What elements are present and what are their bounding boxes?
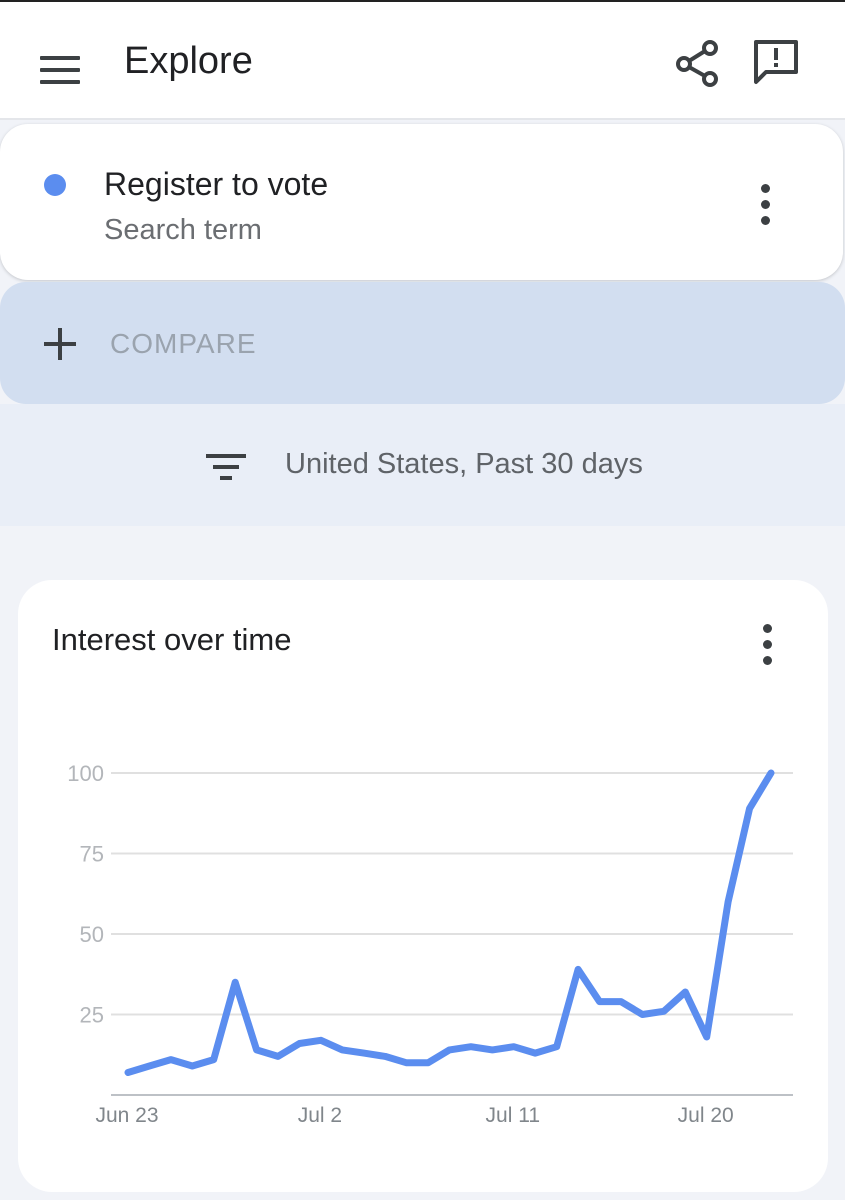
filter-summary[interactable]: United States, Past 30 days	[285, 448, 643, 481]
filter-row: United States, Past 30 days	[0, 404, 845, 526]
compare-label: COMPARE	[110, 328, 257, 359]
search-term-name: Register to vote	[104, 166, 329, 202]
share-icon[interactable]	[672, 38, 722, 88]
x-tick-label: Jun 23	[95, 1104, 158, 1127]
plus-icon	[44, 328, 76, 360]
feedback-icon[interactable]	[748, 36, 804, 86]
search-term-card[interactable]: Register to vote Search term	[0, 124, 843, 280]
y-tick-label-100: 100	[67, 761, 104, 786]
hamburger-menu-icon[interactable]	[36, 46, 84, 86]
page-title: Explore	[124, 40, 253, 82]
line-chart: 25 50 75 100 Jun 23 Jul 2 Jul 11 Jul 20	[67, 761, 793, 1127]
interest-over-time-card: Interest over time 25 50 75 100 Jun 23 Jul 2J…	[18, 580, 828, 1192]
search-term-type: Search term	[104, 214, 262, 246]
filter-icon[interactable]	[206, 454, 246, 484]
y-tick-label-75: 75	[80, 842, 104, 867]
x-tick-label: Jul 20	[678, 1104, 734, 1127]
app-bar: Explore	[0, 0, 845, 120]
compare-button[interactable]: COMPARE	[0, 282, 845, 404]
x-tick-label: Jul 11	[486, 1104, 540, 1127]
y-tick-label-50: 50	[80, 922, 104, 947]
y-tick-label-25: 25	[80, 1003, 104, 1028]
more-vert-icon[interactable]	[750, 180, 780, 230]
series-color-dot	[44, 174, 66, 196]
x-tick-label: Jul 2	[298, 1104, 342, 1127]
series-line	[124, 769, 775, 1076]
